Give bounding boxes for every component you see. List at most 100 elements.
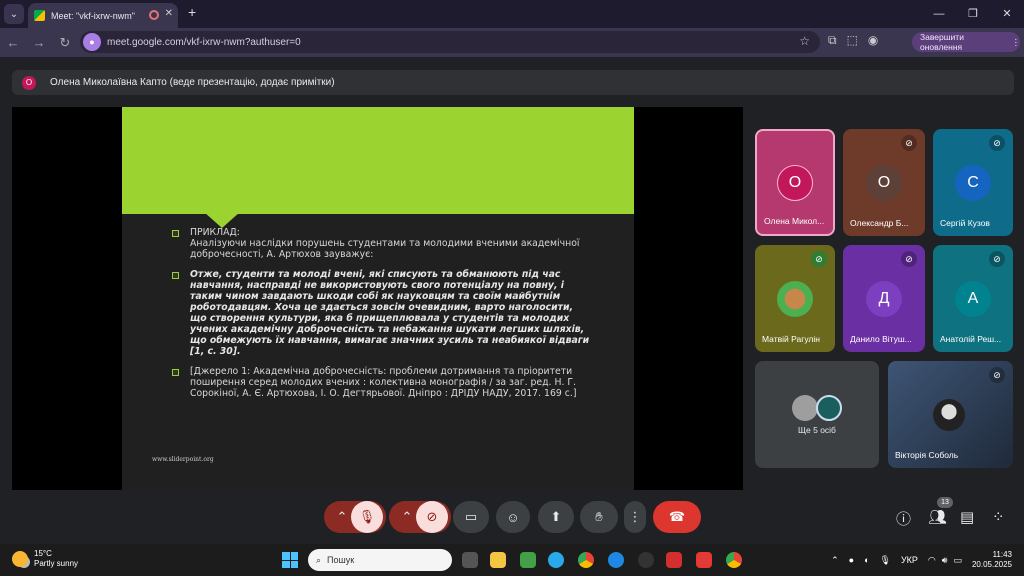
edge-icon[interactable] xyxy=(608,552,624,568)
clock-date: 20.05.2025 xyxy=(971,560,1012,569)
window-controls: — ❐ ✕ xyxy=(922,0,1024,28)
meeting-info-icon[interactable]: ⓘ xyxy=(896,508,911,529)
extensions-icon[interactable]: ⬚ xyxy=(847,33,858,48)
participant-tile[interactable]: ⊘ Вікторія Соболь xyxy=(888,361,1013,468)
others-avatar xyxy=(816,395,842,421)
minimize-icon[interactable]: — xyxy=(922,0,956,28)
reload-icon[interactable]: ↻ xyxy=(52,35,78,51)
telegram-icon[interactable] xyxy=(548,552,564,568)
acrobat-icon[interactable] xyxy=(666,552,682,568)
partly-sunny-icon xyxy=(12,551,28,567)
participant-tile[interactable]: ⊘ Матвій Рагулін xyxy=(755,245,835,352)
microphone-icon[interactable]: 🎙︎ xyxy=(880,555,891,566)
participant-photo-avatar xyxy=(933,399,965,431)
bookmark-star-icon[interactable]: ☆ xyxy=(799,34,810,48)
chevron-up-icon: ⌃ xyxy=(401,509,413,524)
participant-name: Данило Вітуш... xyxy=(850,334,912,344)
url-text: meet.google.com/vkf-ixrw-nwm?authuser=0 xyxy=(107,36,301,48)
captions-icon: ▭ xyxy=(464,509,478,524)
more-options-button[interactable]: ⋮ xyxy=(624,501,646,533)
new-tab-icon[interactable]: + xyxy=(188,4,196,20)
profile-avatar-icon[interactable]: ◉ xyxy=(868,33,878,48)
recording-indicator-icon xyxy=(149,10,159,20)
muted-mic-icon: ⊘ xyxy=(989,251,1005,267)
restore-icon[interactable]: ❐ xyxy=(956,0,990,28)
finish-update-label: Завершити оновлення xyxy=(920,32,964,52)
slide-footer: www.sliderpoint.org xyxy=(152,456,214,463)
address-bar[interactable]: ● meet.google.com/vkf-ixrw-nwm?authuser=… xyxy=(80,31,820,53)
chat-icon[interactable]: ▤ xyxy=(960,508,974,526)
youtube-icon[interactable] xyxy=(696,552,712,568)
others-avatar xyxy=(792,395,818,421)
close-window-icon[interactable]: ✕ xyxy=(990,0,1024,28)
back-icon[interactable]: ← xyxy=(0,35,26,50)
meet-favicon-icon xyxy=(34,10,45,21)
wifi-icon[interactable]: ◠ xyxy=(928,555,936,566)
close-tab-icon[interactable]: ✕ xyxy=(165,8,173,19)
tray-app-icon[interactable]: ◐ xyxy=(864,555,869,565)
clock-time: 11:43 xyxy=(992,550,1012,559)
battery-icon[interactable]: ▭ xyxy=(953,555,962,566)
muted-mic-icon: ⊘ xyxy=(989,367,1005,383)
store-app-icon[interactable] xyxy=(520,552,536,568)
slide-bullet-source: [Джерело 1: Академічна доброчесність: пр… xyxy=(170,366,590,399)
volume-icon[interactable]: 🔊︎ xyxy=(942,555,948,566)
participant-tile[interactable]: ⊘ С Сергій Кузов xyxy=(933,129,1013,236)
people-icon[interactable]: 👥︎ xyxy=(928,508,947,526)
presenter-text: Олена Миколаївна Капто (веде презентацію… xyxy=(50,77,335,88)
browser-tab-meet[interactable]: Meet: "vkf-ixrw-nwm" ✕ xyxy=(28,3,178,28)
emoji-icon: ☺ xyxy=(506,509,520,525)
camera-toggle-button[interactable]: ⊘ xyxy=(416,501,448,533)
address-toolbar: ← → ↻ ● meet.google.com/vkf-ixrw-nwm?aut… xyxy=(0,28,1024,57)
slide-bullet-intro: ПРИКЛАД: Аналізуючи наслідки порушень ст… xyxy=(170,227,590,260)
search-icon: ⌕ xyxy=(316,554,322,565)
taskbar-search-box[interactable]: ⌕ Пошук xyxy=(308,549,452,571)
slide-header-band xyxy=(122,107,634,214)
tab-search-dropdown-icon[interactable]: ⌄ xyxy=(4,4,24,24)
tray-app-icon[interactable]: ● xyxy=(849,555,854,565)
presentation-stage: ПРИКЛАД: Аналізуючи наслідки порушень ст… xyxy=(12,107,743,490)
chrome-icon[interactable] xyxy=(578,552,594,568)
finish-update-button[interactable]: Завершити оновлення ⋮ xyxy=(912,32,1020,52)
language-indicator[interactable]: УКР xyxy=(901,555,918,565)
activities-icon[interactable]: ⁘ xyxy=(992,508,1005,526)
reactions-button[interactable]: ☺ xyxy=(496,501,530,533)
search-placeholder: Пошук xyxy=(327,555,355,565)
present-icon: ⬆ xyxy=(550,509,562,524)
presenter-avatar: О xyxy=(22,75,36,90)
start-icon[interactable] xyxy=(282,552,298,568)
participant-tile[interactable]: ⊘ О Олександр Б... xyxy=(843,129,925,236)
participant-tile[interactable]: ⊘ А Анатолій Реш... xyxy=(933,245,1013,352)
captions-button[interactable]: ▭ xyxy=(453,501,489,533)
chevron-up-icon[interactable]: ⌃ xyxy=(831,555,839,566)
others-tile[interactable]: Ще 5 осіб xyxy=(755,361,879,468)
leave-call-button[interactable]: ☎︎ xyxy=(653,501,701,533)
app-icon[interactable] xyxy=(638,552,654,568)
clock[interactable]: 11:43 20.05.2025 xyxy=(972,550,1012,570)
task-view-icon[interactable] xyxy=(462,552,478,568)
muted-mic-icon: ⊘ xyxy=(901,251,917,267)
present-screen-button[interactable]: ⬆ xyxy=(538,501,574,533)
system-tray: ⌃ ● ◐ 🎙︎ УКР ◠ 🔊︎ ▭ 11:43 20.05.2025 xyxy=(831,544,1024,576)
participant-name: Сергій Кузов xyxy=(940,218,990,228)
participant-tile[interactable]: ⊘ Д Данило Вітуш... xyxy=(843,245,925,352)
forward-icon[interactable]: → xyxy=(26,35,52,50)
participant-tile[interactable]: О Олена Микол... xyxy=(755,129,835,236)
file-explorer-icon[interactable] xyxy=(490,552,506,568)
others-count-label: Ще 5 осіб xyxy=(798,425,836,435)
microphone-toggle-button[interactable]: 🎙︎ xyxy=(351,501,383,533)
more-menu-icon[interactable]: ⋮ xyxy=(1012,37,1021,48)
hand-icon: ✋︎ xyxy=(595,509,603,524)
tab-title: Meet: "vkf-ixrw-nwm" xyxy=(51,10,135,21)
site-info-mic-icon[interactable]: ● xyxy=(83,33,101,51)
raise-hand-button[interactable]: ✋︎ xyxy=(580,501,618,533)
chrome-active-icon[interactable] xyxy=(726,552,742,568)
participant-name: Матвій Рагулін xyxy=(762,334,820,344)
participant-avatar: О xyxy=(777,165,813,201)
participant-avatar: С xyxy=(955,165,991,201)
weather-widget[interactable]: 15°C Partly sunny xyxy=(12,549,78,569)
presentation-slide: ПРИКЛАД: Аналізуючи наслідки порушень ст… xyxy=(122,107,634,490)
weather-temp: 15°C xyxy=(34,549,52,558)
screen-cast-icon[interactable]: ⧉ xyxy=(828,33,837,48)
participant-avatar: А xyxy=(955,281,991,317)
